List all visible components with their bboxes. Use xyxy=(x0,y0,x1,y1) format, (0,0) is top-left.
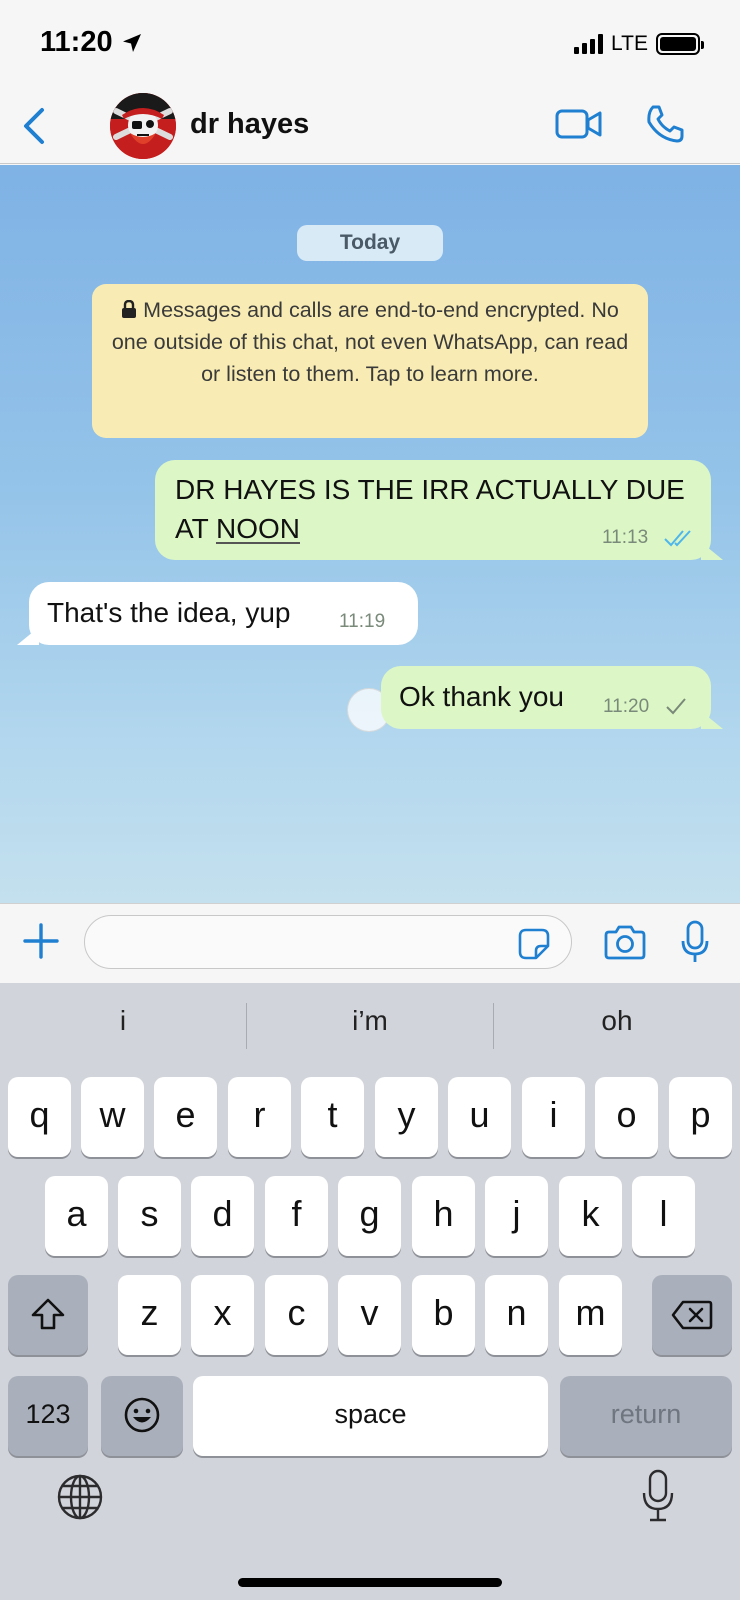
emoji-smiley-icon xyxy=(124,1397,160,1433)
message-bubble-outgoing[interactable]: Ok thank you 11:20 xyxy=(381,666,723,729)
key-j[interactable]: j xyxy=(485,1176,548,1256)
key-p[interactable]: p xyxy=(669,1077,732,1157)
lock-icon xyxy=(122,299,137,318)
key-y[interactable]: y xyxy=(375,1077,438,1157)
keyboard: i i’m oh q w e r t y u i o p a s d f g h… xyxy=(0,983,740,1600)
message-text: Ok thank you xyxy=(399,681,564,712)
backspace-icon xyxy=(671,1300,713,1330)
message-text: That's the idea, yup xyxy=(47,597,291,628)
double-check-read-icon xyxy=(664,530,691,547)
key-c[interactable]: c xyxy=(265,1275,328,1355)
key-b[interactable]: b xyxy=(412,1275,475,1355)
key-m[interactable]: m xyxy=(559,1275,622,1355)
message-text-line1: DR HAYES IS THE IRR ACTUALLY DUE xyxy=(175,474,685,505)
key-u[interactable]: u xyxy=(448,1077,511,1157)
plus-icon xyxy=(23,923,59,959)
predictive-bar: i i’m oh xyxy=(0,983,740,1065)
phone-icon xyxy=(647,105,684,143)
key-l[interactable]: l xyxy=(632,1176,695,1256)
compose-bar xyxy=(0,903,740,983)
key-i[interactable]: i xyxy=(522,1077,585,1157)
key-s[interactable]: s xyxy=(118,1176,181,1256)
message-text-line2-prefix: AT xyxy=(175,513,216,544)
network-type: LTE xyxy=(611,32,648,55)
voice-message-button[interactable] xyxy=(680,920,710,969)
contact-name[interactable]: dr hayes xyxy=(190,108,309,141)
chat-area[interactable]: Today Messages and calls are end-to-end … xyxy=(0,165,740,903)
back-button[interactable] xyxy=(20,106,50,151)
key-v[interactable]: v xyxy=(338,1275,401,1355)
key-t[interactable]: t xyxy=(301,1077,364,1157)
message-date-link[interactable]: NOON xyxy=(216,513,300,544)
chat-header: dr hayes xyxy=(0,88,740,164)
message-time: 11:19 xyxy=(339,611,386,632)
sticker-icon xyxy=(518,928,550,960)
numbers-key[interactable]: 123 xyxy=(8,1376,88,1456)
camera-icon xyxy=(604,925,646,960)
key-n[interactable]: n xyxy=(485,1275,548,1355)
single-check-sent-icon xyxy=(666,698,686,715)
key-e[interactable]: e xyxy=(154,1077,217,1157)
home-indicator[interactable] xyxy=(238,1578,502,1587)
key-d[interactable]: d xyxy=(191,1176,254,1256)
attach-button[interactable] xyxy=(22,922,60,965)
key-x[interactable]: x xyxy=(191,1275,254,1355)
location-arrow-icon xyxy=(122,33,141,52)
suggestion-2[interactable]: i’m xyxy=(247,1005,493,1037)
voice-call-button[interactable] xyxy=(645,104,685,149)
message-bubble-incoming[interactable]: That's the idea, yup 11:19 xyxy=(17,582,418,645)
microphone-icon xyxy=(642,1469,674,1522)
status-indicators: LTE xyxy=(574,32,704,56)
status-bar: 11:20 LTE xyxy=(0,0,740,88)
status-time-text: 11:20 xyxy=(40,26,113,58)
return-key[interactable]: return xyxy=(560,1376,732,1456)
microphone-icon xyxy=(681,920,709,962)
key-h[interactable]: h xyxy=(412,1176,475,1256)
key-a[interactable]: a xyxy=(45,1176,108,1256)
avatar[interactable] xyxy=(110,93,176,159)
status-time: 11:20 xyxy=(40,26,143,59)
delete-key[interactable] xyxy=(652,1275,732,1355)
encryption-notice-text: Messages and calls are end-to-end encryp… xyxy=(111,298,629,386)
dictation-button[interactable] xyxy=(640,1469,676,1528)
message-bubble-outgoing[interactable]: DR HAYES IS THE IRR ACTUALLY DUE AT NOON… xyxy=(155,460,723,560)
encryption-notice[interactable]: Messages and calls are end-to-end encryp… xyxy=(92,284,648,438)
key-q[interactable]: q xyxy=(8,1077,71,1157)
pirate-skull-icon xyxy=(110,93,176,159)
key-f[interactable]: f xyxy=(265,1176,328,1256)
battery-icon xyxy=(656,33,704,55)
globe-button[interactable] xyxy=(56,1473,104,1526)
globe-icon xyxy=(57,1474,103,1520)
message-input[interactable] xyxy=(84,915,572,969)
suggestion-1[interactable]: i xyxy=(0,1005,246,1037)
chevron-left-icon xyxy=(24,108,44,144)
key-r[interactable]: r xyxy=(228,1077,291,1157)
key-o[interactable]: o xyxy=(595,1077,658,1157)
space-key[interactable]: space xyxy=(193,1376,548,1456)
key-w[interactable]: w xyxy=(81,1077,144,1157)
message-time: 11:13 xyxy=(602,527,649,548)
signal-icon xyxy=(574,34,604,54)
key-k[interactable]: k xyxy=(559,1176,622,1256)
key-z[interactable]: z xyxy=(118,1275,181,1355)
video-camera-icon xyxy=(555,109,602,139)
shift-arrow-icon xyxy=(31,1298,65,1330)
message-time: 11:20 xyxy=(603,696,650,717)
date-chip: Today xyxy=(297,225,443,261)
key-g[interactable]: g xyxy=(338,1176,401,1256)
video-call-button[interactable] xyxy=(555,106,603,147)
sticker-button[interactable] xyxy=(518,928,550,965)
camera-button[interactable] xyxy=(604,924,646,965)
emoji-key[interactable] xyxy=(101,1376,183,1456)
shift-key[interactable] xyxy=(8,1275,88,1355)
suggestion-3[interactable]: oh xyxy=(494,1005,740,1037)
